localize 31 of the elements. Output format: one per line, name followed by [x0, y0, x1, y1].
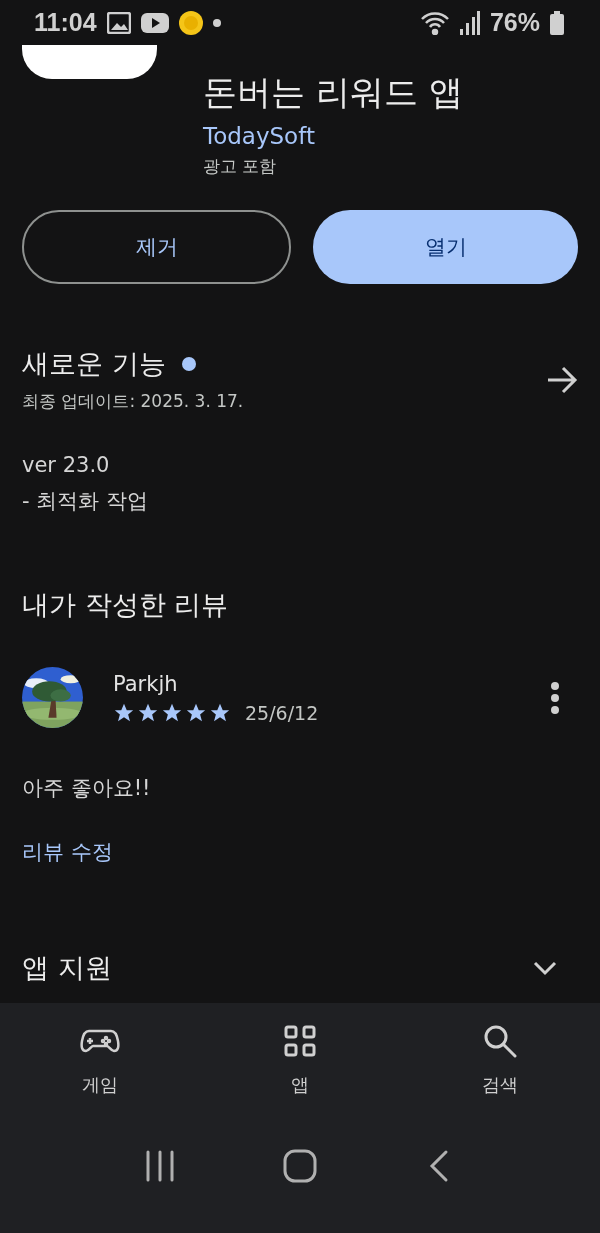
coin-icon — [178, 10, 203, 35]
edit-review-link[interactable]: 리뷰 수정 — [0, 838, 135, 866]
nav-tab[interactable]: 게임 — [0, 1021, 200, 1119]
dot-icon — [212, 18, 221, 27]
gallery-icon — [106, 11, 131, 34]
update-date: 최종 업데이트: 2025. 3. 17. — [22, 390, 245, 413]
reviewer-name: Parkjh — [113, 671, 179, 696]
section-title: 내가 작성한 리뷰 — [21, 588, 230, 622]
release-notes: - 최적화 작업 — [21, 488, 149, 515]
signal-icon — [459, 10, 480, 35]
open-button[interactable]: 열기 — [313, 210, 578, 284]
ads-note: 광고 포함 — [203, 155, 278, 178]
battery-icon — [550, 10, 564, 35]
section-title: 앱 지원 — [22, 951, 113, 985]
status-time: 11:04 — [34, 8, 97, 37]
arrow-right-icon[interactable] — [546, 365, 578, 394]
nav-tab[interactable]: 검색 — [400, 1021, 600, 1119]
battery-percent: 76% — [489, 8, 540, 37]
section-title: 새로운 기능 — [22, 347, 166, 381]
home-icon[interactable] — [282, 1148, 318, 1184]
developer-link[interactable]: TodaySoft — [203, 123, 463, 149]
app-icon — [22, 45, 157, 79]
version-text: ver 23.0 — [21, 453, 111, 477]
wifi-icon — [419, 10, 450, 35]
review-date: 25/6/12 — [245, 701, 319, 724]
nav-tab[interactable]: 앱 — [200, 1021, 400, 1119]
uninstall-button[interactable]: 제거 — [22, 210, 291, 284]
more-icon[interactable] — [550, 680, 560, 715]
review-text: 아주 좋아요!! — [21, 775, 152, 802]
video-icon — [140, 12, 169, 33]
app-title: 돈버는 리워드 앱 — [203, 71, 463, 114]
